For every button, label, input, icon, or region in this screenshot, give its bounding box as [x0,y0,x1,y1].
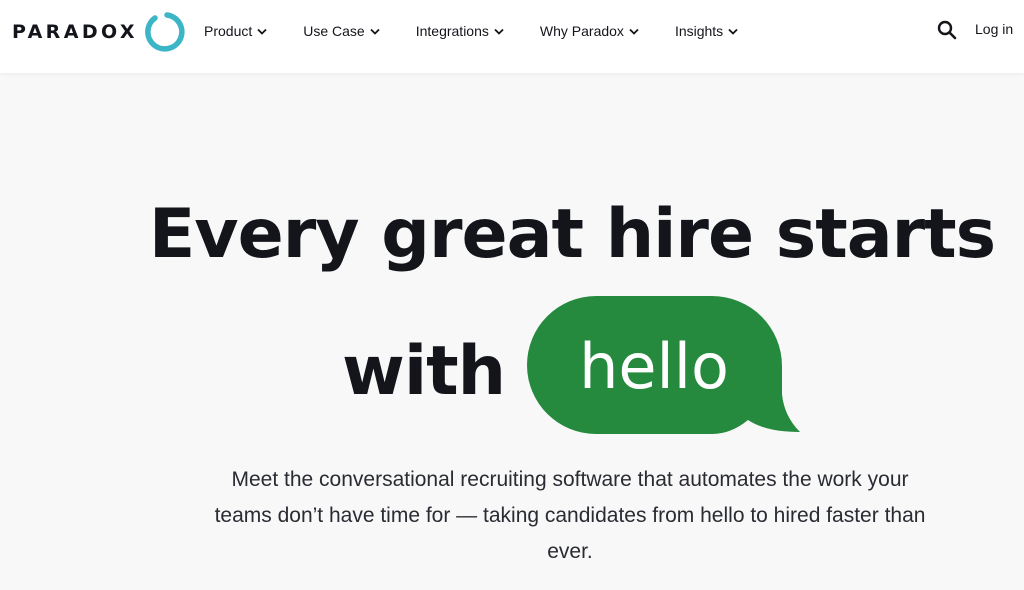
search-icon [937,20,957,40]
nav-item-label: Use Case [303,23,365,39]
chevron-down-icon [370,28,380,35]
nav-item-label: Product [204,23,253,39]
nav-item-integrations[interactable]: Integrations [416,23,504,39]
nav-item-use-case[interactable]: Use Case [303,23,380,39]
chevron-down-icon [728,28,738,35]
nav-item-label: Insights [674,23,724,39]
logo-ring-icon [145,12,185,52]
nav-item-label: Why Paradox [539,23,624,39]
search-button[interactable] [936,19,958,41]
nav-item-label: Integrations [415,23,489,39]
chevron-down-icon [257,28,267,35]
hero-headline: Every great hire starts [148,195,996,274]
paradox-logo[interactable]: PARADOX [12,9,186,55]
hero-subtext: Meet the conversational recruiting softw… [214,468,926,563]
hero-headline-with: with [342,332,506,411]
logo-wordmark: PARADOX [12,21,138,43]
site-header: PARADOX Product Use Case Integrations Wh… [0,0,1024,73]
nav-item-why-paradox[interactable]: Why Paradox [540,23,639,39]
bubble-text: hello [579,329,729,403]
chevron-down-icon [629,28,639,35]
chevron-down-icon [494,28,504,35]
nav-item-product[interactable]: Product [204,23,267,39]
nav-item-insights[interactable]: Insights [675,23,738,39]
login-link[interactable]: Log in [975,21,1013,37]
main-nav: Product Use Case Integrations Why Parado… [204,20,738,42]
